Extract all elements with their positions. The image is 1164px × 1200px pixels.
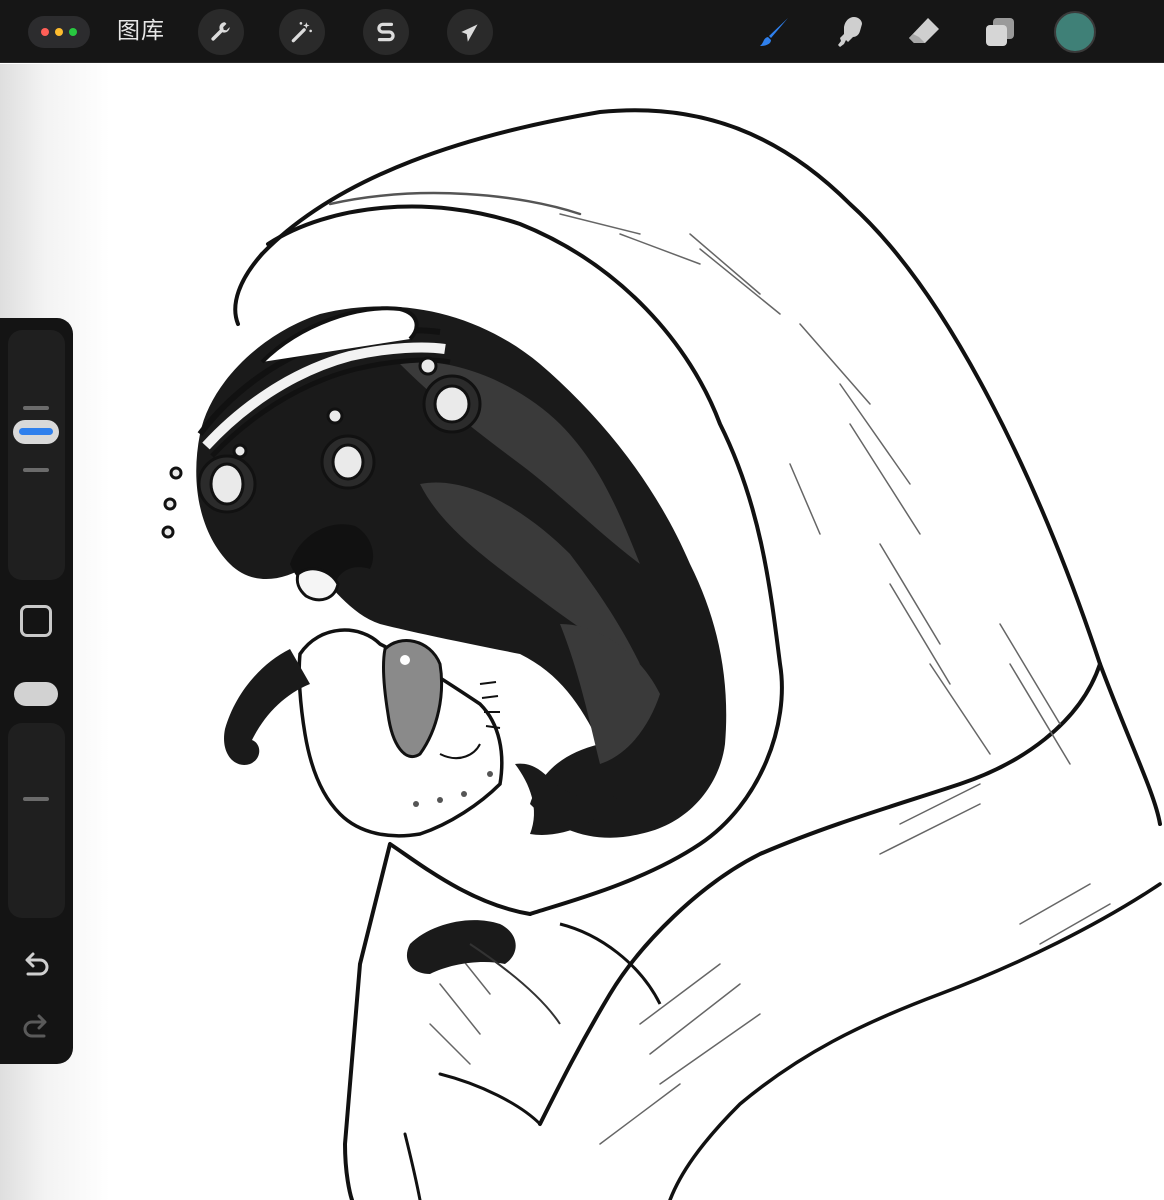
smudge-tool[interactable] (827, 9, 873, 55)
drawing-canvas[interactable] (0, 64, 1164, 1200)
green-dot-icon (69, 28, 77, 36)
redo-button[interactable] (18, 1010, 54, 1046)
selection-s-icon (377, 22, 395, 42)
size-tick (23, 406, 49, 410)
yellow-dot-icon (55, 28, 63, 36)
brush-size-thumb[interactable] (13, 420, 59, 444)
top-toolbar: 图库 (0, 0, 1164, 63)
size-indicator (19, 428, 53, 435)
undo-button[interactable] (18, 948, 54, 984)
layers-button[interactable] (977, 9, 1023, 55)
transform-button[interactable] (447, 9, 493, 55)
brush-size-slider[interactable] (8, 330, 65, 580)
gallery-button[interactable]: 图库 (117, 14, 165, 48)
layers-icon (986, 18, 1014, 46)
selection-button[interactable] (363, 9, 409, 55)
hooded-character-sketch (161, 108, 1162, 1200)
opacity-slider[interactable] (8, 723, 65, 918)
undo-icon (25, 952, 49, 976)
modify-button[interactable] (20, 605, 52, 637)
color-picker-button[interactable] (1054, 11, 1096, 53)
smudge-finger-icon (838, 17, 862, 47)
redo-icon (23, 1014, 47, 1038)
actions-button[interactable] (198, 9, 244, 55)
opacity-thumb[interactable] (14, 682, 58, 706)
adjustments-button[interactable] (279, 9, 325, 55)
paintbrush-icon (760, 18, 788, 46)
size-tick (23, 468, 49, 472)
magic-wand-icon (291, 22, 312, 43)
eraser-icon (909, 18, 939, 43)
opacity-tick (23, 797, 49, 801)
window-dots-button[interactable] (28, 16, 90, 48)
eraser-tool[interactable] (901, 9, 947, 55)
arrow-cursor-icon (461, 24, 478, 42)
red-dot-icon (41, 28, 49, 36)
brush-tool[interactable] (752, 9, 798, 55)
wrench-icon (211, 22, 230, 41)
